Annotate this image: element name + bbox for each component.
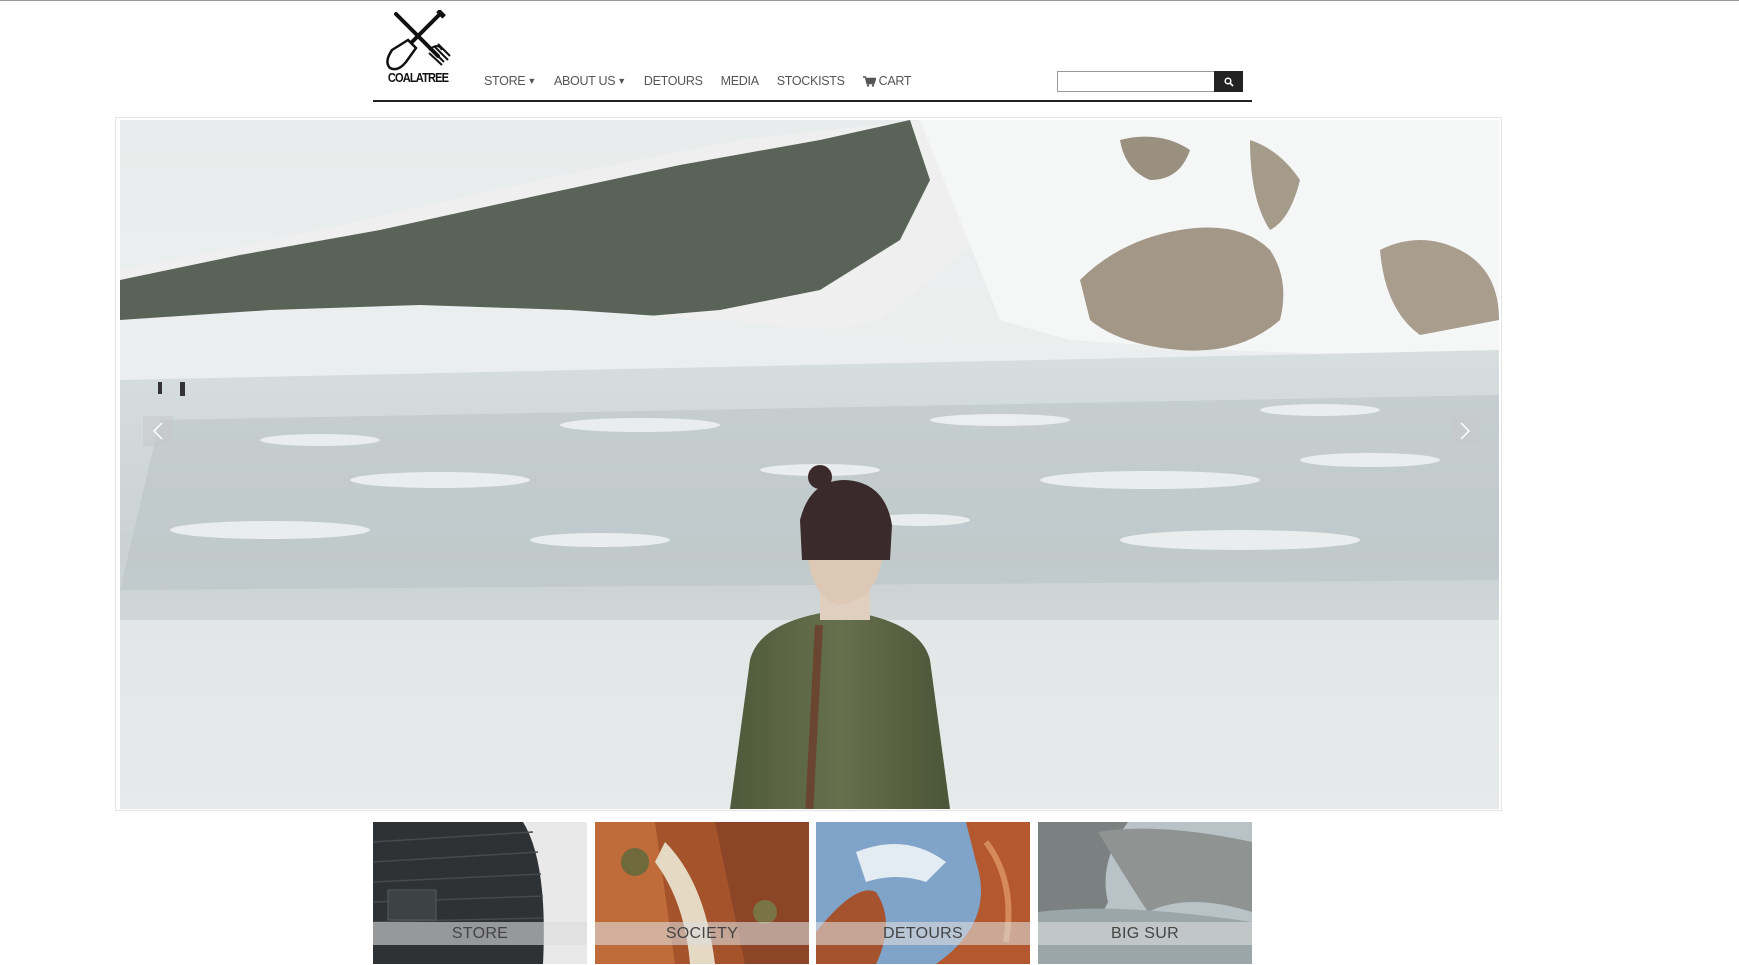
nav-item-label: STOCKISTS xyxy=(776,74,845,88)
search-button[interactable] xyxy=(1214,71,1243,92)
nav-item-label: MEDIA xyxy=(720,74,759,88)
tile-society[interactable]: SOCIETY xyxy=(595,822,809,964)
header-divider xyxy=(373,100,1252,102)
nav-item-label: ABOUT US xyxy=(553,74,616,88)
main-nav: STORE ▼ ABOUT US ▼ DETOURS MEDIA STOCKIS… xyxy=(484,74,929,88)
tile-label: SOCIETY xyxy=(595,922,809,945)
hero-slider xyxy=(115,117,1502,811)
chevron-left-icon xyxy=(152,422,163,440)
cart-icon xyxy=(862,75,876,87)
tile-label: BIG SUR xyxy=(1038,922,1252,945)
caret-down-icon: ▼ xyxy=(617,76,626,86)
tile-detours[interactable]: DETOURS xyxy=(816,822,1030,964)
tile-store[interactable]: STORE xyxy=(373,822,587,964)
search-form xyxy=(1057,71,1243,92)
tile-label: DETOURS xyxy=(816,922,1030,945)
hero-image xyxy=(120,120,1499,809)
category-tiles: STORE SOCIETY DETOURS BIG SUR xyxy=(373,822,1252,964)
caret-down-icon: ▼ xyxy=(527,76,536,86)
search-input[interactable] xyxy=(1057,71,1214,92)
nav-item-detours[interactable]: DETOURS xyxy=(644,74,703,88)
tile-big-sur[interactable]: BIG SUR xyxy=(1038,822,1252,964)
nav-item-label: STORE xyxy=(484,74,526,88)
crossed-shovel-fork-icon xyxy=(386,10,451,71)
slider-prev-button[interactable] xyxy=(143,416,173,446)
search-icon xyxy=(1223,76,1234,87)
slider-next-button[interactable] xyxy=(1450,416,1480,446)
nav-item-cart[interactable]: CART xyxy=(862,74,912,88)
tile-label: STORE xyxy=(373,922,587,945)
logo-wordmark: COALATREE xyxy=(387,70,449,85)
nav-item-label: DETOURS xyxy=(643,74,703,88)
site-header: COALATREE STORE ▼ ABOUT US ▼ DETOURS MED… xyxy=(373,0,1252,102)
nav-item-label: CART xyxy=(878,74,912,88)
nav-item-media[interactable]: MEDIA xyxy=(721,74,759,88)
site-logo[interactable]: COALATREE xyxy=(382,10,454,90)
nav-item-about-us[interactable]: ABOUT US ▼ xyxy=(554,74,626,88)
nav-item-store[interactable]: STORE ▼ xyxy=(484,74,536,88)
nav-item-stockists[interactable]: STOCKISTS xyxy=(777,74,845,88)
chevron-right-icon xyxy=(1460,422,1471,440)
